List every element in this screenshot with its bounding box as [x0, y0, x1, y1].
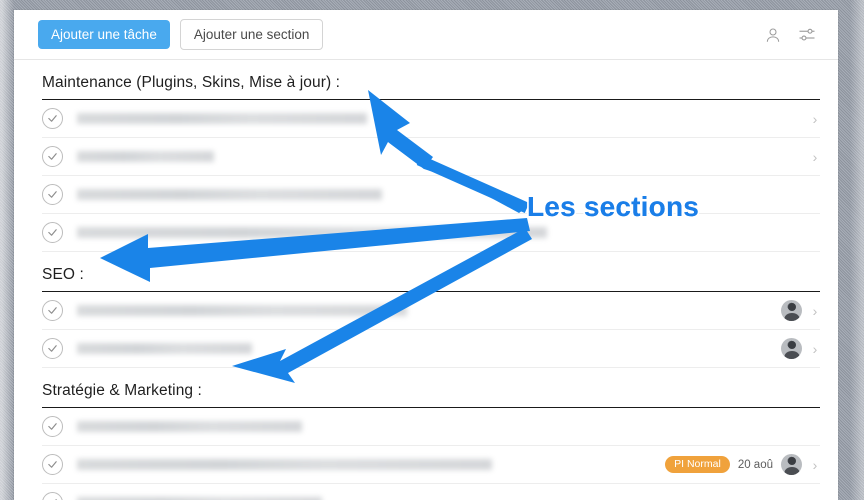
- check-circle-icon[interactable]: [42, 338, 63, 359]
- redacted-task-title: [77, 113, 367, 124]
- section-tasks-maintenance: › ›: [42, 100, 820, 252]
- check-circle-icon[interactable]: [42, 184, 63, 205]
- toolbar-actions: [764, 26, 822, 44]
- avatar[interactable]: [781, 454, 802, 475]
- person-icon[interactable]: [764, 26, 782, 44]
- task-app-window: Ajouter une tâche Ajouter une section Ma…: [14, 10, 838, 500]
- table-row[interactable]: [42, 214, 820, 252]
- row-meta: ›: [771, 338, 820, 359]
- redacted-task-title: [77, 343, 252, 354]
- check-circle-icon[interactable]: [42, 222, 63, 243]
- redacted-task-title: [77, 189, 382, 200]
- check-circle-icon[interactable]: [42, 492, 63, 500]
- table-row[interactable]: [42, 176, 820, 214]
- redacted-task-title: [77, 227, 547, 238]
- due-date: 20 aoû: [737, 458, 773, 471]
- table-row[interactable]: PI Normal 20 aoû ›: [42, 446, 820, 484]
- add-section-button[interactable]: Ajouter une section: [179, 18, 324, 51]
- redacted-task-title: [77, 421, 302, 432]
- check-circle-icon[interactable]: [42, 300, 63, 321]
- table-row[interactable]: [42, 484, 820, 500]
- status-badge: PI Normal: [665, 455, 730, 474]
- avatar[interactable]: [781, 338, 802, 359]
- section-tasks-seo: › ›: [42, 292, 820, 368]
- table-row[interactable]: ›: [42, 330, 820, 368]
- annotation-label: Les sections: [527, 191, 700, 222]
- check-circle-icon[interactable]: [42, 146, 63, 167]
- row-meta: ›: [771, 300, 820, 321]
- redacted-task-title: [77, 305, 407, 316]
- check-circle-icon[interactable]: [42, 108, 63, 129]
- sliders-icon[interactable]: [798, 26, 816, 44]
- chevron-right-icon[interactable]: ›: [810, 341, 820, 357]
- chevron-right-icon[interactable]: ›: [810, 111, 820, 127]
- section-header-seo: SEO :: [42, 252, 820, 292]
- check-circle-icon[interactable]: [42, 454, 63, 475]
- check-circle-icon[interactable]: [42, 416, 63, 437]
- table-row[interactable]: ›: [42, 292, 820, 330]
- toolbar: Ajouter une tâche Ajouter une section: [14, 10, 838, 60]
- chevron-right-icon[interactable]: ›: [810, 457, 820, 473]
- chevron-right-icon[interactable]: ›: [810, 303, 820, 319]
- section-header-strategie: Stratégie & Marketing :: [42, 368, 820, 408]
- table-row[interactable]: [42, 408, 820, 446]
- screenshot-frame: Ajouter une tâche Ajouter une section Ma…: [0, 0, 864, 500]
- section-header-maintenance: Maintenance (Plugins, Skins, Mise à jour…: [42, 60, 820, 100]
- avatar[interactable]: [781, 300, 802, 321]
- table-row[interactable]: ›: [42, 138, 820, 176]
- row-meta: PI Normal 20 aoû ›: [655, 454, 820, 475]
- section-tasks-strategie: PI Normal 20 aoû ›: [42, 408, 820, 500]
- redacted-task-title: [77, 151, 214, 162]
- row-meta: ›: [800, 111, 820, 127]
- chevron-right-icon[interactable]: ›: [810, 149, 820, 165]
- add-task-button[interactable]: Ajouter une tâche: [38, 19, 170, 50]
- table-row[interactable]: ›: [42, 100, 820, 138]
- redacted-task-title: [77, 459, 492, 470]
- row-meta: ›: [800, 149, 820, 165]
- task-list: Maintenance (Plugins, Skins, Mise à jour…: [14, 60, 838, 500]
